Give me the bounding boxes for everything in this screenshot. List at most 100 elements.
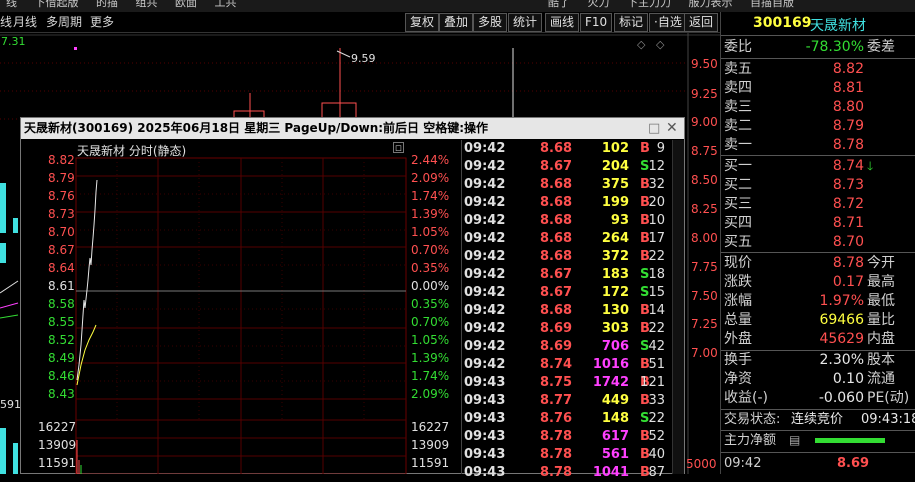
tick-price: 8.75 <box>540 375 573 390</box>
high-price-label: 9.59 <box>351 52 376 65</box>
stock-code: 300169 <box>753 15 812 31</box>
tick-time: 09:42 <box>464 231 506 246</box>
diamond-icon[interactable]: ◇ <box>656 38 665 51</box>
sell-level-label: 卖一 <box>724 137 752 153</box>
tick-volume: 372 <box>601 249 629 264</box>
weibi-label: 委比 <box>724 39 752 55</box>
price-axis-label: 8.79 <box>48 171 75 185</box>
stat-row-label: 外盘 <box>724 331 752 347</box>
price-axis-label: 8.73 <box>48 207 75 221</box>
sell-level: 卖五 8.82 <box>721 60 915 79</box>
price-axis-label: 8.64 <box>48 261 75 275</box>
overlay-button[interactable]: 叠加 <box>439 13 474 32</box>
buy-level: 买一 8.74 🡓 <box>721 157 915 176</box>
fuquan-button[interactable]: 复权 <box>405 13 440 32</box>
draw-button[interactable]: 画线 <box>545 13 580 32</box>
pct-axis-label: 1.39% <box>411 351 450 365</box>
tick-count: 22 <box>648 249 665 264</box>
menu-item[interactable]: 酷了 <box>548 0 570 8</box>
tick-price: 8.69 <box>540 339 573 354</box>
pct-axis-label: 1.74% <box>411 369 450 383</box>
ma-line <box>0 302 19 309</box>
buy-level-price: 8.72 <box>832 196 864 212</box>
menu-item[interactable]: 欧面 <box>175 0 197 8</box>
stats-button[interactable]: 统计 <box>508 13 543 32</box>
sell-level-price: 8.81 <box>832 80 864 96</box>
fund-row-value: 0.10 <box>832 371 864 387</box>
tick-volume: 449 <box>601 393 629 408</box>
menu-item[interactable]: 线 <box>6 0 17 8</box>
tick-time: 09:42 <box>464 339 506 354</box>
tick-side: B <box>640 141 650 156</box>
popup-title-bar[interactable]: 天晟新材(300169) 2025年06月18日 星期三 PageUp/Down… <box>21 118 684 139</box>
chart-option-icon[interactable]: ▫ <box>393 142 404 153</box>
period-month-button[interactable]: 月线 <box>13 14 37 31</box>
diamond-icon[interactable]: ◇ <box>637 38 646 51</box>
back-button[interactable]: 返回 <box>684 13 719 32</box>
menu-item[interactable]: 下借起版 <box>35 0 79 8</box>
main-flow-row[interactable]: 主力净额 ▤ <box>721 431 915 450</box>
buy-level: 买四 8.71 <box>721 214 915 233</box>
f10-button[interactable]: F10 <box>580 13 613 32</box>
intraday-chart[interactable]: 天晟新材 分时(静态) ▫ 8.82 8.79 8.76 8.73 8.70 8… <box>21 140 459 474</box>
menu-item[interactable]: 自描自版 <box>750 0 794 8</box>
last-tick-row: 09:42 8.69 <box>721 454 915 473</box>
stat-row: 现价 8.78 今开 <box>721 254 915 273</box>
trade-state-value: 连续竞价 <box>791 412 844 427</box>
sell-level: 卖二 8.79 <box>721 117 915 136</box>
tick-price: 8.68 <box>540 303 573 318</box>
tick-price: 8.68 <box>540 195 573 210</box>
price-axis-label: 8.67 <box>48 243 75 257</box>
close-icon[interactable]: ✕ <box>666 118 678 139</box>
multi-period-button[interactable]: 多周期 <box>46 14 82 31</box>
stat-row-label2: 最高 <box>867 274 895 290</box>
maximize-icon[interactable]: □ <box>648 118 660 139</box>
sell-level-price: 8.79 <box>832 118 864 134</box>
tick-row: 09:42 8.74 1016 B 51 <box>462 356 667 374</box>
stat-row: 外盘 45629 内盘 <box>721 330 915 349</box>
tick-list[interactable]: 09:42 8.68 102 B 9 09:42 8.67 204 S 12 09:42 8.68 37… <box>461 140 684 480</box>
menu-item[interactable]: 下主力力 <box>627 0 671 8</box>
tick-count: 10 <box>648 213 665 228</box>
tick-count: 121 <box>640 375 665 390</box>
tick-time: 09:42 <box>464 213 506 228</box>
tick-time: 09:43 <box>464 465 506 480</box>
tick-scrollbar[interactable] <box>672 140 684 474</box>
menu-item[interactable]: 的描 <box>96 0 118 8</box>
menu-item[interactable]: 服力表示 <box>689 0 733 8</box>
tick-count: 20 <box>648 195 665 210</box>
mark-button[interactable]: 标记 <box>614 13 649 32</box>
sell-level: 卖三 8.80 <box>721 98 915 117</box>
ma-line <box>0 280 19 294</box>
right-axis-label: 9.50 <box>691 57 718 71</box>
list-icon[interactable]: ▤ <box>789 431 800 450</box>
intraday-chart-canvas <box>75 157 407 474</box>
sell-level-label: 卖四 <box>724 80 752 96</box>
left-axis-value: 591 <box>0 398 21 411</box>
price-axis-label: 8.46 <box>48 369 75 383</box>
stat-row: 涨跌 0.17 最高 <box>721 273 915 292</box>
menu-item[interactable]: 火力 <box>588 0 610 8</box>
stock-header: 300169 天晟新材 <box>721 12 915 36</box>
stat-row-label: 现价 <box>724 255 752 271</box>
vol-axis-label: 11591 <box>411 456 450 470</box>
tick-volume: 561 <box>601 447 629 462</box>
more-button[interactable]: 更多 <box>90 14 114 31</box>
prev-close-label: 7.31 <box>1 35 26 48</box>
self-select-button[interactable]: ·自选 <box>649 13 687 32</box>
tick-volume: 1041 <box>592 465 629 480</box>
menu-item[interactable]: 工共 <box>215 0 237 8</box>
trade-state-label: 交易状态: <box>724 412 781 427</box>
weica-label: 委差 <box>867 39 895 55</box>
tick-count: 52 <box>648 429 665 444</box>
stat-row-value: 8.78 <box>832 255 864 271</box>
pct-axis-label: 2.09% <box>411 171 450 185</box>
period-line-button[interactable]: 线 <box>0 14 12 31</box>
tick-row: 09:43 8.78 1041 B 87 <box>462 464 667 482</box>
multi-stock-button[interactable]: 多股 <box>473 13 508 32</box>
buy-level-label: 买五 <box>724 234 752 250</box>
fund-row-label: 净资 <box>724 371 752 387</box>
menu-item[interactable]: 组共 <box>136 0 158 8</box>
price-axis-label: 8.52 <box>48 333 75 347</box>
fund-row: 换手 2.30% 股本 <box>721 351 915 370</box>
